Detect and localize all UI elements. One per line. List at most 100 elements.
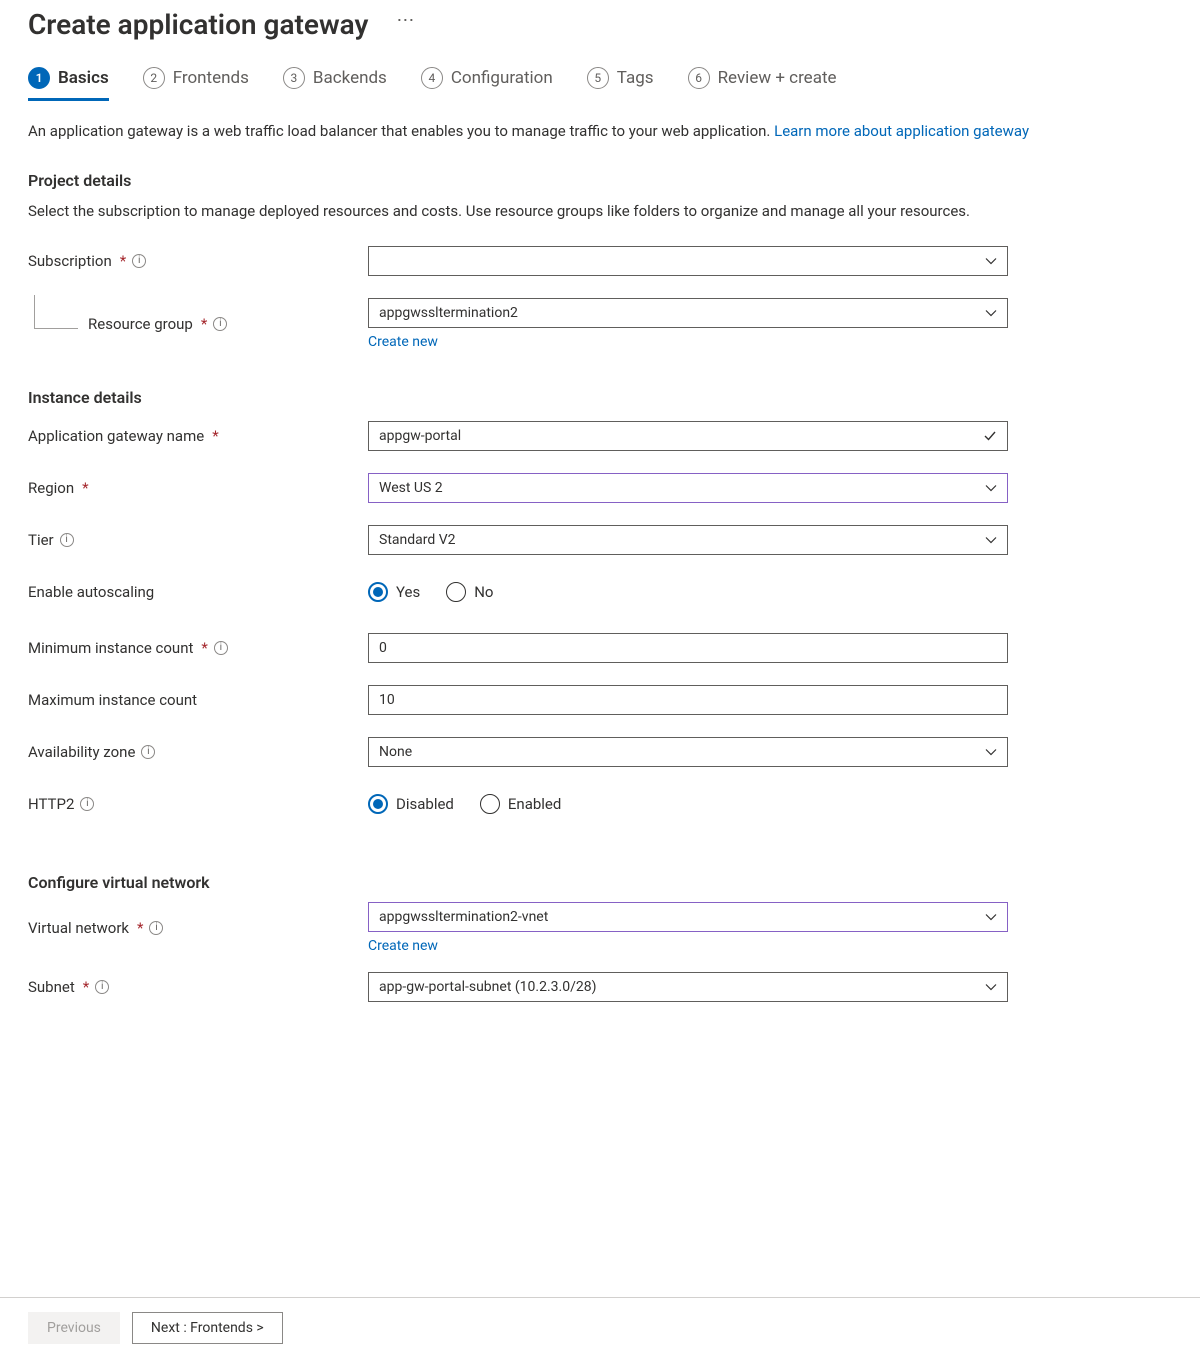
tab-backends[interactable]: 3 Backends — [283, 61, 387, 99]
create-new-vnet-link[interactable]: Create new — [368, 938, 1008, 954]
tab-review-create[interactable]: 6 Review + create — [688, 61, 837, 99]
intro-body: An application gateway is a web traffic … — [28, 122, 774, 140]
label-text: Resource group — [88, 315, 193, 333]
chevron-down-icon — [985, 482, 997, 494]
info-icon[interactable]: i — [60, 533, 74, 547]
page-title: Create application gateway — [28, 8, 368, 41]
required-marker: * — [137, 919, 143, 937]
more-icon[interactable]: ⋯ — [396, 12, 416, 30]
radio-icon — [446, 582, 466, 602]
tab-configuration[interactable]: 4 Configuration — [421, 61, 553, 99]
tab-step-number: 5 — [587, 67, 609, 89]
create-new-resource-group-link[interactable]: Create new — [368, 334, 1008, 350]
tab-label: Frontends — [173, 68, 249, 88]
required-marker: * — [201, 315, 207, 333]
min-instance-count-input[interactable]: 0 — [368, 633, 1008, 663]
availability-zone-select[interactable]: None — [368, 737, 1008, 767]
wizard-tabs: 1 Basics 2 Frontends 3 Backends 4 Config… — [28, 61, 1172, 100]
required-marker: * — [82, 479, 88, 497]
input-value: 10 — [379, 692, 997, 708]
region-select[interactable]: West US 2 — [368, 473, 1008, 503]
tab-step-number: 3 — [283, 67, 305, 89]
application-gateway-name-input[interactable]: appgw-portal — [368, 421, 1008, 451]
radio-icon — [368, 582, 388, 602]
select-value: None — [379, 744, 985, 760]
max-instance-count-input[interactable]: 10 — [368, 685, 1008, 715]
next-button[interactable]: Next : Frontends > — [132, 1312, 283, 1344]
virtual-network-select[interactable]: appgwssltermination2-vnet — [368, 902, 1008, 932]
input-value: 0 — [379, 640, 997, 656]
radio-label: Enabled — [508, 795, 561, 813]
chevron-down-icon — [985, 981, 997, 993]
autoscaling-yes-radio[interactable]: Yes — [368, 582, 420, 602]
http2-radio-group: Disabled Enabled — [368, 794, 1008, 814]
label-text: Enable autoscaling — [28, 583, 154, 601]
info-icon[interactable]: i — [80, 797, 94, 811]
label-text: Virtual network — [28, 919, 129, 937]
label-text: Application gateway name — [28, 427, 204, 445]
http2-disabled-radio[interactable]: Disabled — [368, 794, 454, 814]
label-application-gateway-name: Application gateway name * — [28, 427, 368, 445]
radio-label: Yes — [396, 583, 420, 601]
label-region: Region * — [28, 479, 368, 497]
label-availability-zone: Availability zone i — [28, 743, 368, 761]
select-value: appgwssltermination2 — [379, 305, 985, 321]
subnet-select[interactable]: app-gw-portal-subnet (10.2.3.0/28) — [368, 972, 1008, 1002]
intro-text: An application gateway is a web traffic … — [28, 120, 1172, 143]
tab-label: Backends — [313, 68, 387, 88]
chevron-down-icon — [985, 255, 997, 267]
info-icon[interactable]: i — [213, 317, 227, 331]
info-icon[interactable]: i — [95, 980, 109, 994]
label-tier: Tier i — [28, 531, 368, 549]
info-icon[interactable]: i — [214, 641, 228, 655]
tab-basics[interactable]: 1 Basics — [28, 61, 109, 99]
required-marker: * — [120, 252, 126, 270]
chevron-down-icon — [985, 534, 997, 546]
required-marker: * — [201, 639, 207, 657]
chevron-down-icon — [985, 746, 997, 758]
label-virtual-network: Virtual network * i — [28, 919, 368, 937]
label-min-instance-count: Minimum instance count * i — [28, 639, 368, 657]
info-icon[interactable]: i — [149, 921, 163, 935]
autoscaling-no-radio[interactable]: No — [446, 582, 493, 602]
label-resource-group: Resource group * i — [28, 315, 368, 333]
select-value: West US 2 — [379, 480, 985, 496]
tab-label: Tags — [617, 68, 654, 88]
required-marker: * — [212, 427, 218, 445]
subscription-select[interactable] — [368, 246, 1008, 276]
label-text: Availability zone — [28, 743, 135, 761]
label-subscription: Subscription * i — [28, 252, 368, 270]
tree-connector-icon — [34, 295, 78, 329]
info-icon[interactable]: i — [141, 745, 155, 759]
checkmark-icon — [983, 429, 997, 443]
label-text: Minimum instance count — [28, 639, 193, 657]
label-subnet: Subnet * i — [28, 978, 368, 996]
info-icon[interactable]: i — [132, 254, 146, 268]
autoscaling-radio-group: Yes No — [368, 582, 1008, 602]
tab-frontends[interactable]: 2 Frontends — [143, 61, 249, 99]
learn-more-link[interactable]: Learn more about application gateway — [774, 122, 1029, 140]
select-value: app-gw-portal-subnet (10.2.3.0/28) — [379, 979, 985, 995]
select-value: appgwssltermination2-vnet — [379, 909, 985, 925]
resource-group-select[interactable]: appgwssltermination2 — [368, 298, 1008, 328]
tier-select[interactable]: Standard V2 — [368, 525, 1008, 555]
http2-enabled-radio[interactable]: Enabled — [480, 794, 561, 814]
radio-icon — [368, 794, 388, 814]
section-desc-project-details: Select the subscription to manage deploy… — [28, 200, 1172, 223]
radio-label: Disabled — [396, 795, 454, 813]
label-text: Subscription — [28, 252, 112, 270]
tab-label: Review + create — [718, 68, 837, 88]
chevron-down-icon — [985, 911, 997, 923]
tab-step-number: 1 — [28, 67, 50, 89]
section-heading-instance-details: Instance details — [28, 388, 1172, 407]
wizard-footer: Previous Next : Frontends > — [0, 1297, 1200, 1358]
tab-step-number: 2 — [143, 67, 165, 89]
select-value: Standard V2 — [379, 532, 985, 548]
label-max-instance-count: Maximum instance count — [28, 691, 368, 709]
required-marker: * — [83, 978, 89, 996]
label-text: HTTP2 — [28, 795, 74, 813]
tab-tags[interactable]: 5 Tags — [587, 61, 654, 99]
label-text: Subnet — [28, 978, 75, 996]
previous-button: Previous — [28, 1312, 120, 1344]
label-text: Tier — [28, 531, 54, 549]
